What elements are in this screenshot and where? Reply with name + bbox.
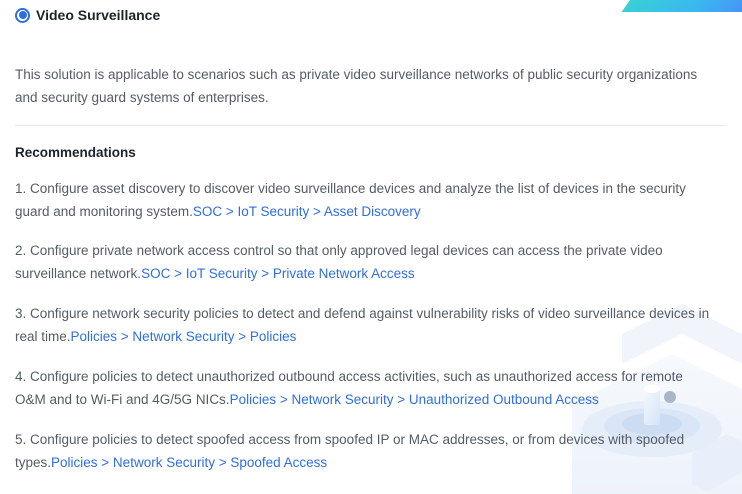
recommendation-link[interactable]: Policies > Network Security > Policies: [71, 329, 297, 344]
recommendation-link[interactable]: SOC > IoT Security > Private Network Acc…: [141, 266, 415, 281]
recommendation-item: 4. Configure policies to detect unauthor…: [15, 365, 717, 411]
solution-title: Video Surveillance: [36, 7, 161, 23]
recommendations-heading: Recommendations: [15, 145, 136, 160]
corner-accent-decoration: [620, 0, 742, 12]
recommendation-link[interactable]: SOC > IoT Security > Asset Discovery: [193, 204, 421, 219]
recommendation-item: 2. Configure private network access cont…: [15, 239, 717, 285]
recommendation-item: 5. Configure policies to detect spoofed …: [15, 428, 717, 474]
recommendation-item: 1. Configure asset discovery to discover…: [15, 177, 717, 223]
recommendation-link[interactable]: Policies > Network Security > Spoofed Ac…: [51, 455, 327, 470]
solution-description: This solution is applicable to scenarios…: [15, 67, 698, 105]
recommendation-link[interactable]: Policies > Network Security > Unauthoriz…: [230, 392, 599, 407]
recommendation-item: 3. Configure network security policies t…: [15, 302, 717, 348]
radio-selected-icon[interactable]: [15, 7, 30, 23]
solution-option[interactable]: Video Surveillance: [15, 5, 160, 25]
divider: [15, 125, 725, 126]
